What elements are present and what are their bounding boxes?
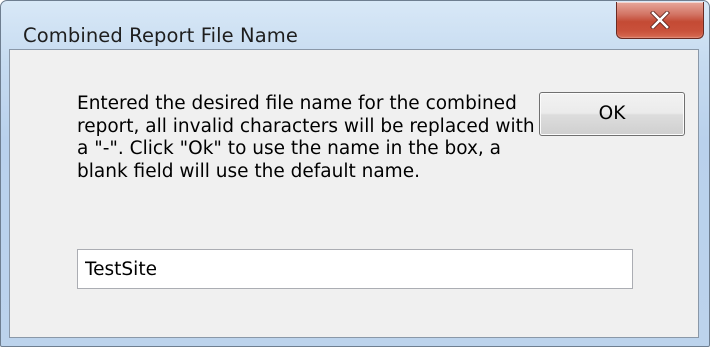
- window-title: Combined Report File Name: [23, 24, 298, 47]
- instruction-text: Entered the desired file name for the co…: [77, 93, 535, 182]
- title-bar[interactable]: Combined Report File Name: [1, 1, 709, 47]
- close-button[interactable]: [616, 2, 704, 39]
- ok-button[interactable]: OK: [539, 92, 685, 136]
- dialog-body: Entered the desired file name for the co…: [9, 49, 699, 338]
- file-name-input[interactable]: [77, 249, 633, 289]
- dialog-window: Combined Report File Name Entered the de…: [0, 0, 710, 347]
- close-icon: [650, 11, 670, 29]
